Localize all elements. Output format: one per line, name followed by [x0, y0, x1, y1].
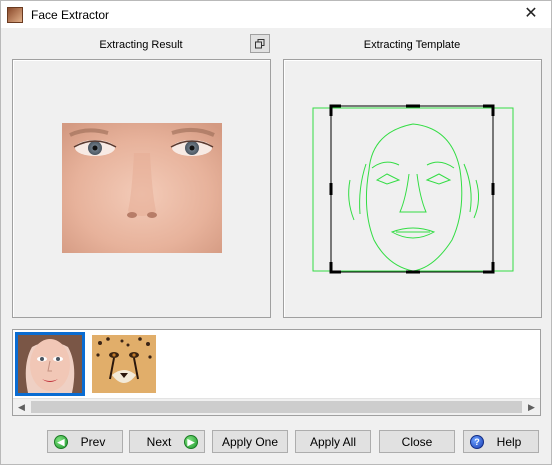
face-extractor-app-icon: [7, 6, 23, 23]
apply-all-button[interactable]: Apply All: [295, 430, 371, 453]
prev-button-label: Prev: [80, 434, 106, 449]
restore-window-icon: [255, 38, 265, 48]
next-button[interactable]: Next ▶: [129, 430, 205, 453]
thumbnail-cheetah-face[interactable]: [89, 332, 159, 396]
extracted-face-image: [62, 123, 222, 253]
arrow-left-circle-icon: ◀: [54, 435, 68, 449]
scroll-left-arrow[interactable]: ◀: [13, 399, 30, 415]
restore-view-button[interactable]: [250, 34, 270, 53]
apply-one-label: Apply One: [221, 434, 279, 449]
face-extractor-window: Face Extractor ✕ Extracting Result Extra…: [0, 0, 552, 465]
thumbnail-woman-face[interactable]: [15, 332, 85, 396]
scrollbar-thumb[interactable]: [31, 401, 522, 413]
face-template-outline: [312, 104, 514, 274]
apply-one-button[interactable]: Apply One: [212, 430, 288, 453]
extracting-template-label: Extracting Template: [363, 39, 461, 51]
help-label: Help: [496, 434, 522, 449]
thumbnail-list[interactable]: ◀ ▶: [12, 329, 541, 416]
scroll-right-arrow[interactable]: ▶: [523, 399, 540, 415]
extracting-template-panel: [283, 59, 542, 318]
arrow-right-circle-icon: ▶: [184, 435, 198, 449]
title-bar: Face Extractor ✕: [1, 1, 551, 28]
close-button[interactable]: Close: [379, 430, 455, 453]
extracting-result-panel: [12, 59, 271, 318]
close-label: Close: [401, 434, 433, 449]
apply-all-label: Apply All: [309, 434, 357, 449]
question-circle-icon: ?: [470, 435, 484, 449]
extracting-result-label: Extracting Result: [99, 39, 183, 51]
close-window-button[interactable]: ✕: [521, 5, 541, 23]
prev-button[interactable]: ◀ Prev: [47, 430, 123, 453]
horizontal-scrollbar[interactable]: ◀ ▶: [13, 398, 540, 415]
next-button-label: Next: [146, 434, 172, 449]
help-button[interactable]: ? Help: [463, 430, 539, 453]
window-title: Face Extractor: [31, 7, 110, 22]
